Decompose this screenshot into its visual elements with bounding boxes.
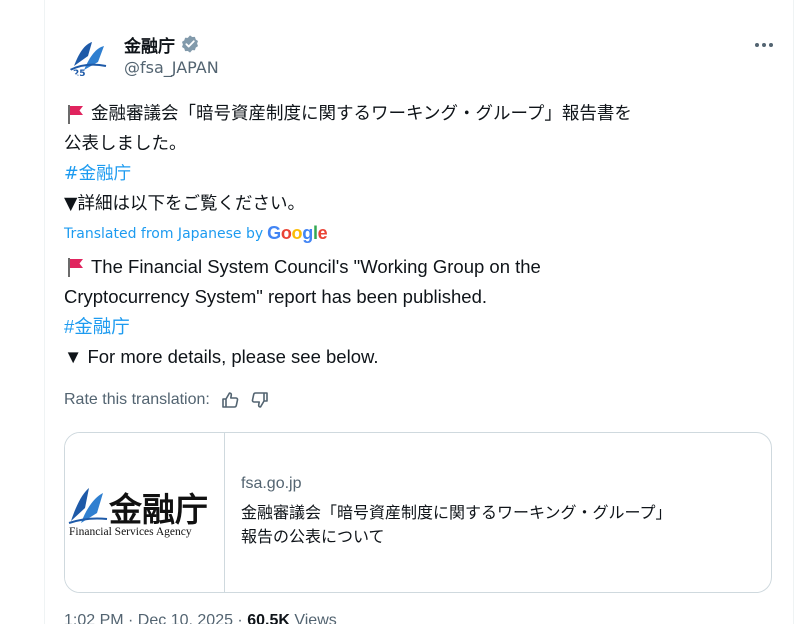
tweet-line-2: 公表しました。 <box>64 134 187 154</box>
card-title-line-2: 報告の公表について <box>241 527 385 546</box>
translated-line-1: The Financial System Council's "Working … <box>64 252 779 282</box>
svg-text:25: 25 <box>73 69 86 78</box>
card-logo-text: 金融庁 <box>108 490 208 529</box>
google-logo: Google <box>267 223 328 243</box>
rate-translation: Rate this translation: <box>64 390 270 410</box>
tweet-meta: 1:02 PM · Dec 10, 2025 · 60.5K Views <box>64 612 337 624</box>
card-domain: fsa.go.jp <box>241 475 302 492</box>
views-label: Views <box>289 612 337 624</box>
thumbs-down-icon[interactable] <box>250 390 270 410</box>
tweet-line-4: ▼詳細は以下をご覧ください。 <box>64 194 305 214</box>
verified-badge-icon[interactable] <box>180 34 200 54</box>
card-logo-subtext: Financial Services Agency <box>69 526 192 538</box>
account-handle[interactable]: @fsa_JAPAN <box>124 58 219 77</box>
card-title: 金融審議会「暗号資産制度に関するワーキング・グループ」 報告の公表について <box>241 501 755 549</box>
translated-by-label[interactable]: Translated from Japanese by Google <box>64 223 328 244</box>
translated-text: The Financial System Council's "Working … <box>64 252 779 372</box>
link-preview-card[interactable]: 金融庁 Financial Services Agency fsa.go.jp … <box>64 432 772 593</box>
card-thumbnail: 金融庁 Financial Services Agency <box>65 433 225 592</box>
card-title-line-1: 金融審議会「暗号資産制度に関するワーキング・グループ」 <box>241 503 672 522</box>
views-count: 60.5K <box>247 612 290 624</box>
red-flag-icon <box>68 258 83 277</box>
fsa-logo-icon: 25 <box>69 42 107 78</box>
timeline-left-border <box>44 0 45 624</box>
tweet-header: 25 金融庁 @fsa_JAPAN <box>64 32 779 82</box>
hashtag-link[interactable]: #金融庁 <box>64 159 779 189</box>
fsa-card-logo: 金融庁 Financial Services Agency <box>68 488 208 538</box>
card-body: fsa.go.jp 金融審議会「暗号資産制度に関するワーキング・グループ」 報告… <box>241 475 755 549</box>
translated-line-4: ▼ For more details, please see below. <box>64 346 379 367</box>
display-name[interactable]: 金融庁 <box>124 32 175 57</box>
rate-translation-label: Rate this translation: <box>64 391 210 408</box>
timeline-right-border <box>793 0 794 624</box>
timestamp[interactable]: 1:02 PM · Dec 10, 2025 · <box>64 612 247 624</box>
avatar[interactable]: 25 <box>66 36 110 78</box>
tweet-line-1: 金融審議会「暗号資産制度に関するワーキング・グループ」報告書を <box>64 99 779 129</box>
more-options-icon[interactable] <box>749 34 779 56</box>
red-flag-icon <box>68 105 83 124</box>
translated-hashtag-link[interactable]: #金融庁 <box>64 312 779 342</box>
translated-line-2: Cryptocurrency System" report has been p… <box>64 286 488 307</box>
tweet-text: 金融審議会「暗号資産制度に関するワーキング・グループ」報告書を 公表しました。 … <box>64 99 779 219</box>
thumbs-up-icon[interactable] <box>220 390 240 410</box>
